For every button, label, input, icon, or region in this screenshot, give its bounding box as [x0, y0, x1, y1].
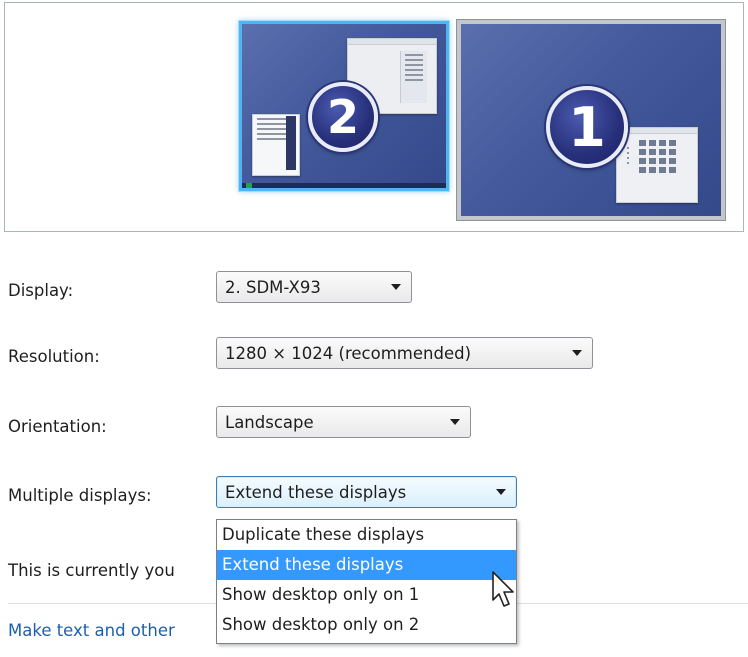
resolution-label: Resolution:	[8, 347, 100, 366]
status-text: This is currently you	[8, 561, 175, 580]
dropdown-option-only-1[interactable]: Show desktop only on 1	[217, 580, 516, 610]
chevron-down-icon	[450, 419, 460, 425]
multiple-displays-label: Multiple displays:	[8, 486, 152, 505]
mini-sidebar	[286, 116, 296, 170]
mini-window	[616, 127, 698, 203]
monitor-number-badge: 2	[308, 82, 378, 152]
dropdown-option-duplicate[interactable]: Duplicate these displays	[217, 520, 516, 550]
monitor-number-badge: 1	[546, 86, 628, 168]
multiple-displays-select[interactable]: Extend these displays	[216, 476, 517, 508]
display-select[interactable]: 2. SDM-X93	[216, 271, 412, 303]
resolution-select-value: 1280 × 1024 (recommended)	[225, 343, 472, 363]
multiple-displays-select-value: Extend these displays	[225, 482, 407, 502]
display-label: Display:	[8, 281, 74, 300]
orientation-select[interactable]: Landscape	[216, 406, 471, 438]
multiple-displays-dropdown: Duplicate these displays Extend these di…	[216, 519, 517, 644]
dropdown-option-extend[interactable]: Extend these displays	[217, 550, 516, 580]
chevron-down-icon	[391, 284, 401, 290]
monitor-2[interactable]: 2	[239, 21, 449, 191]
display-arrangement-preview: 2 1	[4, 2, 744, 232]
chevron-down-icon	[572, 350, 582, 356]
chevron-down-icon	[496, 489, 506, 495]
text-size-link[interactable]: Make text and other	[8, 621, 175, 640]
orientation-label: Orientation:	[8, 417, 107, 436]
mouse-pointer-icon	[492, 571, 514, 607]
display-select-value: 2. SDM-X93	[225, 277, 321, 297]
monitor-1[interactable]: 1	[457, 20, 725, 220]
resolution-select[interactable]: 1280 × 1024 (recommended)	[216, 337, 593, 369]
orientation-select-value: Landscape	[225, 412, 314, 432]
mini-taskbar	[242, 183, 446, 188]
dropdown-option-only-2[interactable]: Show desktop only on 2	[217, 610, 516, 640]
